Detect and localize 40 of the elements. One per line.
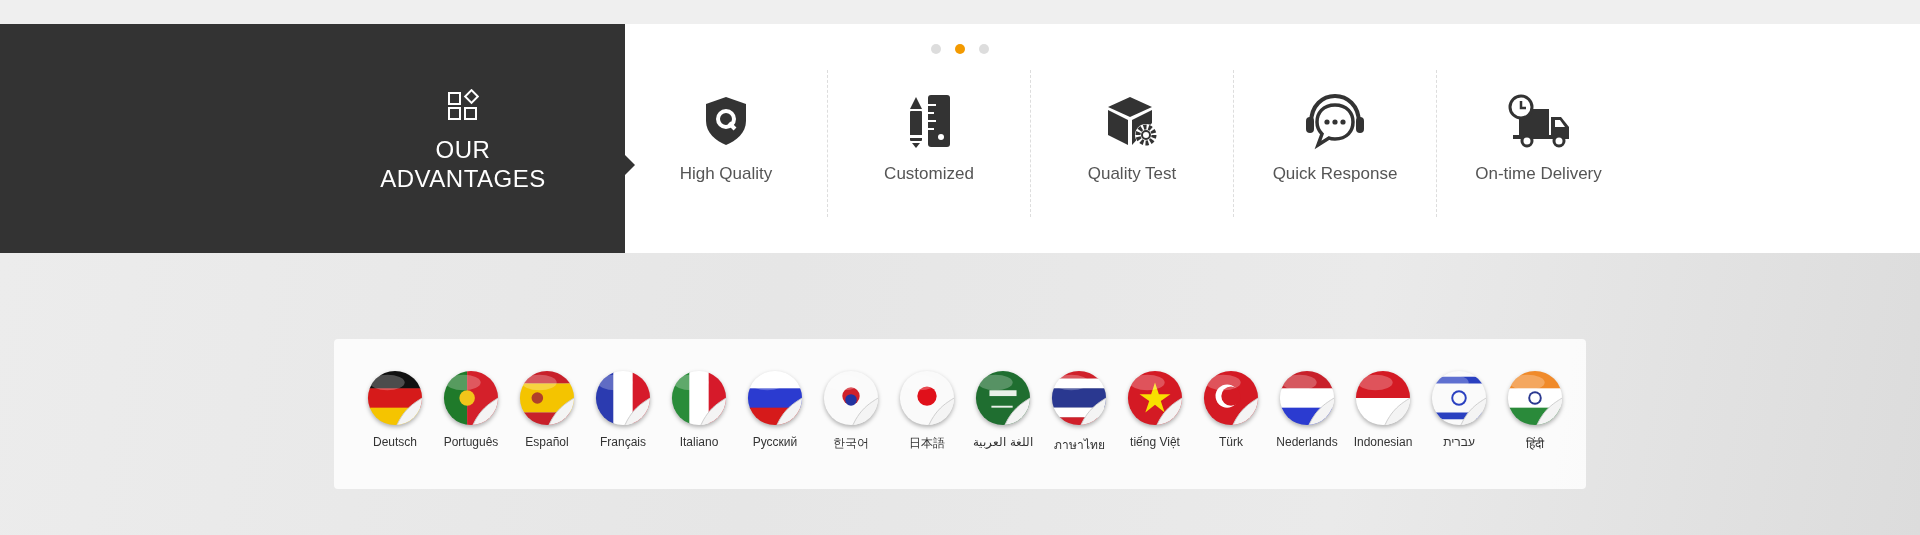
flag-sticker-icon	[974, 369, 1032, 427]
advantage-label: Customized	[884, 164, 974, 184]
flag-sticker-icon	[442, 369, 500, 427]
language-link[interactable]: اللغة العربية	[965, 369, 1041, 489]
language-link[interactable]: Italiano	[661, 369, 737, 489]
language-link[interactable]: Indonesian	[1345, 369, 1421, 489]
slider-dot[interactable]	[955, 44, 965, 54]
flag-sticker-icon	[1050, 369, 1108, 427]
flag-sticker-icon	[1506, 369, 1564, 427]
language-link[interactable]: Русский	[737, 369, 813, 489]
flag-sticker-icon	[594, 369, 652, 427]
language-link[interactable]: 한국어	[813, 369, 889, 489]
flag-sticker-icon	[518, 369, 576, 427]
flag-sticker-icon	[1278, 369, 1336, 427]
shapes-icon	[447, 88, 479, 121]
language-link[interactable]: עברית	[1421, 369, 1497, 489]
language-link[interactable]: tiếng Việt	[1117, 369, 1193, 489]
flag-sticker-icon	[1126, 369, 1184, 427]
advantage-label: High Quality	[679, 164, 773, 184]
language-link[interactable]: ภาษาไทย	[1041, 369, 1117, 489]
language-link[interactable]: हिंदी	[1497, 369, 1573, 489]
advantages-title: OUR ADVANTAGES	[380, 134, 546, 193]
slider-dot[interactable]	[979, 44, 989, 54]
slider-dot[interactable]	[931, 44, 941, 54]
flag-sticker-icon	[1202, 369, 1260, 427]
advantage-label: Quick Response	[1272, 164, 1398, 184]
language-link[interactable]: Português	[433, 369, 509, 489]
language-link[interactable]: Español	[509, 369, 585, 489]
advantage-label: On-time Delivery	[1475, 164, 1602, 184]
flag-sticker-icon	[670, 369, 728, 427]
flag-sticker-icon	[366, 369, 424, 427]
language-link[interactable]: Nederlands	[1269, 369, 1345, 489]
truck-clock-icon	[1506, 92, 1571, 150]
language-link[interactable]: Français	[585, 369, 661, 489]
language-link[interactable]: Deutsch	[357, 369, 433, 489]
advantage-label: Quality Test	[1087, 164, 1177, 184]
headset-chat-icon	[1303, 92, 1367, 150]
language-link[interactable]: Türk	[1193, 369, 1269, 489]
language-link[interactable]: 日本語	[889, 369, 965, 489]
flag-sticker-icon	[1354, 369, 1412, 427]
